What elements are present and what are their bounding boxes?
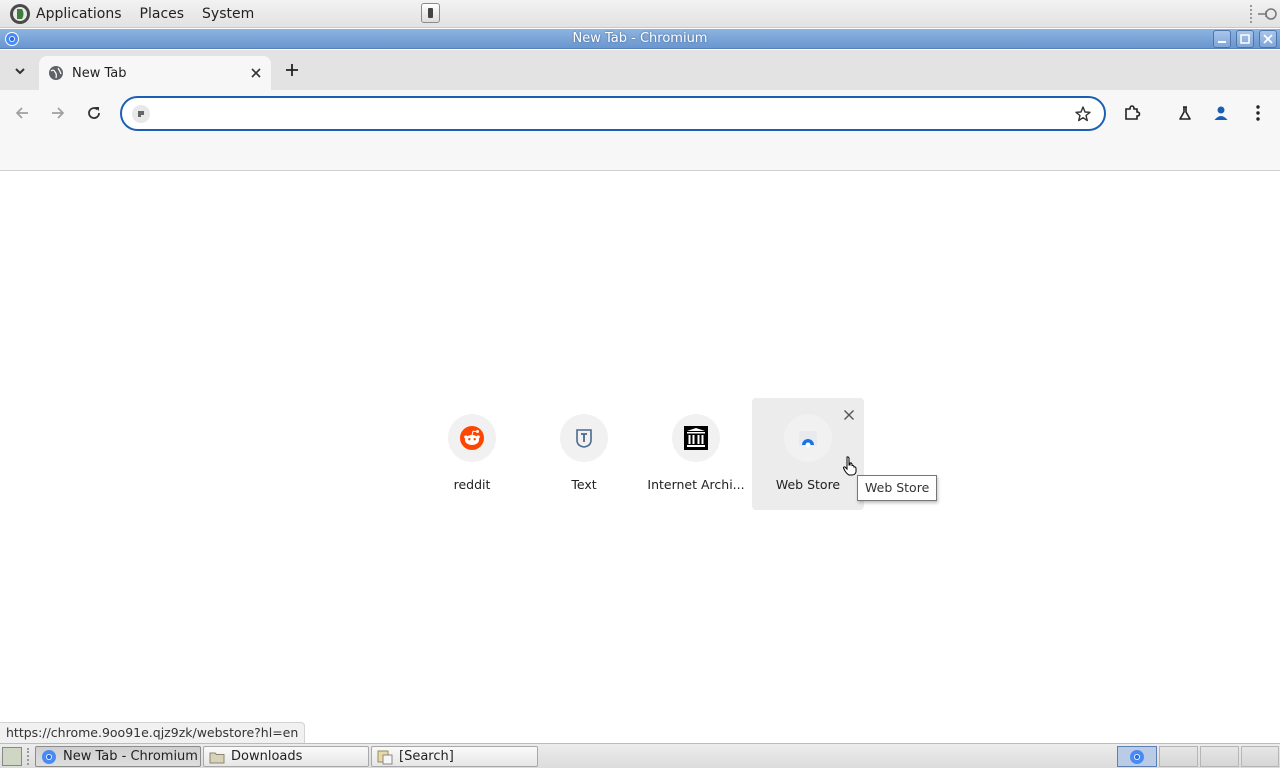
- toolbar: [0, 90, 1280, 136]
- menu-button[interactable]: [1245, 100, 1271, 126]
- tab-close-button[interactable]: [246, 63, 266, 83]
- maximize-button[interactable]: [1236, 30, 1254, 48]
- workspace-4[interactable]: [1241, 746, 1279, 767]
- chrome-labs-button[interactable]: [1172, 100, 1198, 126]
- reload-icon: [88, 107, 100, 119]
- chevron-down-icon: [15, 68, 25, 75]
- site-info-icon[interactable]: [132, 105, 150, 123]
- launcher-icon[interactable]: [421, 3, 440, 23]
- window-titlebar[interactable]: New Tab - Chromium: [0, 29, 1280, 49]
- arrow-right-icon: [52, 107, 65, 119]
- workspace-2[interactable]: [1159, 746, 1198, 767]
- maximize-icon: [1240, 34, 1250, 44]
- taskbar-item-label: Downloads: [231, 749, 303, 764]
- page-info-glyph: [138, 111, 144, 117]
- address-bar[interactable]: [120, 96, 1106, 131]
- workspace-1[interactable]: [1117, 746, 1157, 767]
- chromium-icon: [42, 749, 56, 764]
- chromium-icon: [1130, 750, 1144, 764]
- tile-label: reddit: [453, 477, 491, 492]
- search-window-icon: [377, 750, 393, 764]
- taskbar: New Tab - Chromium Downloads [Search]: [0, 743, 1280, 768]
- forward-button[interactable]: [45, 100, 71, 126]
- bookmark-star-icon[interactable]: [1074, 105, 1092, 123]
- reddit-icon: [460, 426, 484, 450]
- text-t-icon: [576, 429, 592, 448]
- minimize-button[interactable]: [1213, 30, 1231, 48]
- taskbar-grip: [27, 748, 29, 765]
- tile-label: Internet Archi...: [647, 477, 745, 492]
- folder-icon: [209, 752, 225, 763]
- panel-grip: [1250, 5, 1252, 23]
- globe-icon: [49, 66, 63, 80]
- back-button[interactable]: [9, 100, 35, 126]
- taskbar-item-label: New Tab - Chromium: [63, 749, 198, 764]
- tile-icon-container: [560, 414, 608, 462]
- tile-label: Web Store: [775, 477, 841, 492]
- profile-button[interactable]: [1208, 100, 1234, 126]
- shortcut-tile-text[interactable]: Text: [528, 398, 640, 510]
- workspace-3[interactable]: [1200, 746, 1239, 767]
- shortcut-tile-web-store[interactable]: Web Store: [752, 398, 864, 510]
- tile-icon-container: [784, 414, 832, 462]
- more-vert-icon: [1256, 105, 1260, 121]
- hand-pointer-cursor-icon: [842, 456, 857, 476]
- tab-title: New Tab: [72, 65, 127, 81]
- extensions-button[interactable]: [1119, 100, 1145, 126]
- tile-icon-container: [448, 414, 496, 462]
- network-icon[interactable]: [1256, 7, 1278, 21]
- close-icon: [251, 68, 261, 78]
- tooltip: Web Store: [857, 475, 938, 501]
- places-menu[interactable]: Places: [131, 0, 194, 28]
- arrow-left-icon: [15, 107, 28, 119]
- applications-menu[interactable]: Applications: [36, 0, 131, 28]
- close-window-button[interactable]: [1259, 30, 1277, 48]
- remove-shortcut-button[interactable]: [840, 406, 858, 424]
- minimize-icon: [1218, 41, 1226, 43]
- puzzle-icon: [1125, 105, 1141, 120]
- window-title: New Tab - Chromium: [572, 31, 708, 46]
- gnome-foot-logo-icon[interactable]: [9, 3, 31, 25]
- web-store-icon: [799, 431, 817, 448]
- tile-icon-container: [672, 414, 720, 462]
- tab-strip: New Tab: [0, 50, 1280, 90]
- flask-icon: [1179, 106, 1191, 120]
- reload-button[interactable]: [81, 100, 107, 126]
- taskbar-item-search[interactable]: [Search]: [371, 746, 538, 767]
- new-tab-button[interactable]: [280, 58, 304, 82]
- shortcut-tile-internet-archive[interactable]: Internet Archi...: [640, 398, 752, 510]
- taskbar-item-chromium[interactable]: New Tab - Chromium: [35, 746, 201, 767]
- taskbar-item-downloads[interactable]: Downloads: [203, 746, 369, 767]
- tab-search-button[interactable]: [6, 58, 34, 84]
- toolbar-spacer: [0, 136, 1280, 171]
- new-tab-page: reddit Text Internet Archi... Web Store: [0, 172, 1280, 743]
- taskbar-item-label: [Search]: [399, 749, 454, 764]
- tab-new-tab[interactable]: New Tab: [39, 56, 271, 90]
- tile-label: Text: [571, 477, 597, 492]
- close-icon: [844, 410, 854, 420]
- shortcut-tile-reddit[interactable]: reddit: [416, 398, 528, 510]
- internet-archive-icon: [684, 426, 708, 450]
- close-icon: [1263, 34, 1273, 44]
- system-menu[interactable]: System: [193, 0, 263, 28]
- top-panel: Applications Places System: [0, 0, 1280, 28]
- status-bubble-url: https://chrome.9oo91e.qjz9zk/webstore?hl…: [0, 722, 306, 743]
- show-desktop-button[interactable]: [2, 747, 22, 766]
- avatar-icon: [1214, 106, 1228, 120]
- omnibox-input[interactable]: [156, 102, 1056, 126]
- plus-icon: [286, 64, 298, 76]
